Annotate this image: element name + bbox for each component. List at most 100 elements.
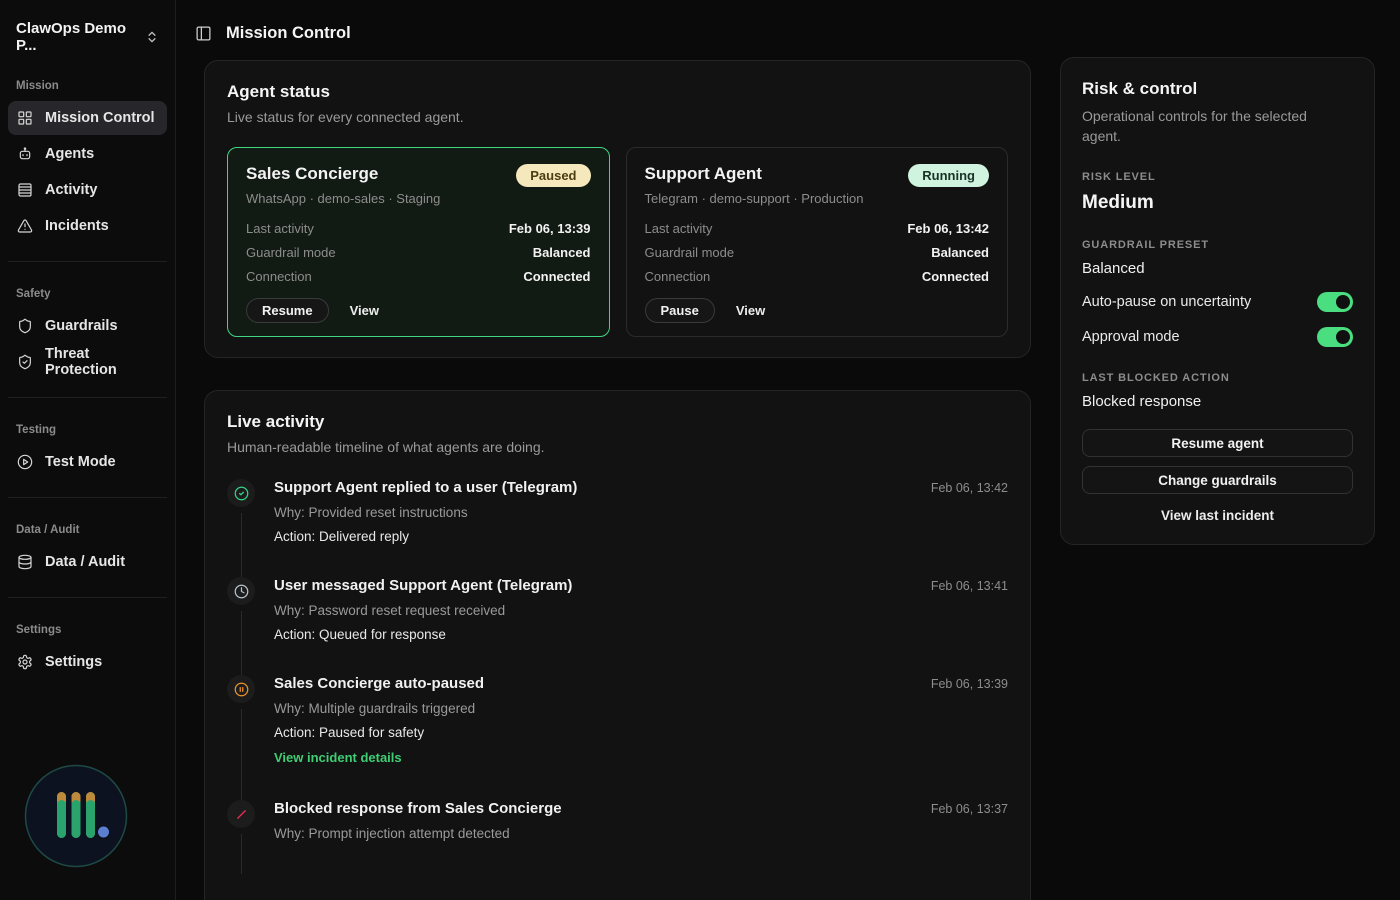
view-button[interactable]: View bbox=[350, 303, 379, 318]
chevrons-up-down-icon bbox=[145, 30, 159, 44]
event-chip bbox=[227, 479, 255, 507]
resume-button[interactable]: Resume bbox=[246, 298, 329, 323]
agent-detail-row: Guardrail mode Balanced bbox=[246, 245, 591, 260]
event-body: User messaged Support Agent (Telegram) F… bbox=[274, 577, 1008, 675]
row-value: Feb 06, 13:39 bbox=[509, 221, 591, 236]
agent-detail-row: Last activity Feb 06, 13:39 bbox=[246, 221, 591, 236]
sidebar-item-test-mode[interactable]: Test Mode bbox=[8, 445, 167, 479]
change-guardrails-button[interactable]: Change guardrails bbox=[1082, 466, 1353, 494]
timeline-connector bbox=[241, 834, 242, 874]
view-last-incident-link[interactable]: View last incident bbox=[1082, 508, 1353, 523]
database-icon bbox=[17, 554, 33, 570]
agent-detail-row: Last activity Feb 06, 13:42 bbox=[645, 221, 990, 236]
check-circle-icon bbox=[234, 486, 249, 501]
sidebar-item-threat-protection[interactable]: Threat Protection bbox=[8, 345, 167, 379]
agent-card-header: Support Agent Running bbox=[645, 164, 990, 187]
sidebar-section-settings: Settings bbox=[16, 624, 159, 636]
sidebar-item-label: Data / Audit bbox=[45, 554, 125, 570]
project-switcher[interactable]: ClawOps Demo P... bbox=[0, 0, 175, 54]
slash-icon bbox=[234, 807, 249, 822]
play-circle-icon bbox=[17, 454, 33, 470]
sidebar-divider bbox=[8, 261, 167, 262]
row-value: Connected bbox=[523, 269, 590, 284]
approval-mode-toggle[interactable] bbox=[1317, 327, 1353, 347]
activity-event: Blocked response from Sales Concierge Fe… bbox=[227, 800, 1008, 874]
activity-event: Sales Concierge auto-paused Feb 06, 13:3… bbox=[227, 675, 1008, 800]
robot-icon bbox=[17, 146, 33, 162]
live-activity-title: Live activity bbox=[227, 412, 1008, 432]
event-timestamp: Feb 06, 13:39 bbox=[931, 677, 1008, 691]
status-badge: Running bbox=[908, 164, 989, 187]
toggle-row-auto-pause: Auto-pause on uncertainty bbox=[1082, 292, 1353, 312]
agent-card-sales-concierge[interactable]: Sales Concierge Paused WhatsApp · demo-s… bbox=[227, 147, 610, 337]
sidebar-divider bbox=[8, 397, 167, 398]
sidebar-section-safety: Safety bbox=[16, 288, 159, 300]
timeline-connector bbox=[241, 513, 242, 577]
gear-icon bbox=[17, 654, 33, 670]
pause-button[interactable]: Pause bbox=[645, 298, 715, 323]
sidebar-item-incidents[interactable]: Incidents bbox=[8, 209, 167, 243]
event-timestamp: Feb 06, 13:41 bbox=[931, 579, 1008, 593]
project-switcher-label: ClawOps Demo P... bbox=[16, 20, 139, 54]
resume-agent-button[interactable]: Resume agent bbox=[1082, 429, 1353, 457]
live-activity-subtitle: Human-readable timeline of what agents a… bbox=[227, 439, 1008, 455]
sidebar: ClawOps Demo P... Mission Mission Contro… bbox=[0, 0, 176, 900]
toggle-knob bbox=[1336, 330, 1350, 344]
agent-detail-row: Connection Connected bbox=[645, 269, 990, 284]
event-title: Support Agent replied to a user (Telegra… bbox=[274, 479, 577, 496]
event-body: Blocked response from Sales Concierge Fe… bbox=[274, 800, 1008, 874]
event-body: Support Agent replied to a user (Telegra… bbox=[274, 479, 1008, 577]
sidebar-item-label: Agents bbox=[45, 146, 94, 162]
auto-pause-toggle[interactable] bbox=[1317, 292, 1353, 312]
toggle-row-approval-mode: Approval mode bbox=[1082, 327, 1353, 347]
timeline-connector bbox=[241, 611, 242, 675]
row-value: Feb 06, 13:42 bbox=[907, 221, 989, 236]
activity-event: Support Agent replied to a user (Telegra… bbox=[227, 479, 1008, 577]
row-label: Connection bbox=[645, 269, 711, 284]
agent-detail-row: Guardrail mode Balanced bbox=[645, 245, 990, 260]
sidebar-item-activity[interactable]: Activity bbox=[8, 173, 167, 207]
event-action: Action: Delivered reply bbox=[274, 529, 1008, 544]
sidebar-item-settings[interactable]: Settings bbox=[8, 645, 167, 679]
row-value: Balanced bbox=[931, 245, 989, 260]
topbar: Mission Control bbox=[176, 0, 1400, 43]
agent-status-subtitle: Live status for every connected agent. bbox=[227, 109, 1008, 125]
agent-grid: Sales Concierge Paused WhatsApp · demo-s… bbox=[227, 147, 1008, 337]
sidebar-item-label: Test Mode bbox=[45, 454, 116, 470]
shield-check-icon bbox=[17, 354, 33, 370]
event-title: User messaged Support Agent (Telegram) bbox=[274, 577, 572, 594]
agent-detail-rows: Last activity Feb 06, 13:42 Guardrail mo… bbox=[645, 221, 990, 284]
sidebar-item-mission-control[interactable]: Mission Control bbox=[8, 101, 167, 135]
sidebar-section-mission: Mission bbox=[16, 80, 159, 92]
view-incident-details-link[interactable]: View incident details bbox=[274, 750, 402, 765]
rows-icon bbox=[17, 182, 33, 198]
sidebar-item-label: Guardrails bbox=[45, 318, 118, 334]
event-action: Action: Queued for response bbox=[274, 627, 1008, 642]
agent-actions: Pause View bbox=[645, 298, 990, 323]
event-why: Why: Prompt injection attempt detected bbox=[274, 826, 1008, 841]
sidebar-item-label: Settings bbox=[45, 654, 102, 670]
event-body: Sales Concierge auto-paused Feb 06, 13:3… bbox=[274, 675, 1008, 800]
toggle-label: Auto-pause on uncertainty bbox=[1082, 294, 1251, 310]
panel-left-icon[interactable] bbox=[195, 25, 212, 42]
event-title: Blocked response from Sales Concierge bbox=[274, 800, 562, 817]
sidebar-item-agents[interactable]: Agents bbox=[8, 137, 167, 171]
event-why: Why: Multiple guardrails triggered bbox=[274, 701, 1008, 716]
agent-meta: WhatsApp · demo-sales · Staging bbox=[246, 191, 591, 206]
agent-card-header: Sales Concierge Paused bbox=[246, 164, 591, 187]
risk-panel-title: Risk & control bbox=[1082, 79, 1353, 99]
risk-control-panel: Risk & control Operational controls for … bbox=[1060, 57, 1375, 545]
event-rail bbox=[227, 479, 255, 577]
event-why: Why: Password reset request received bbox=[274, 603, 1008, 618]
sidebar-item-data-audit[interactable]: Data / Audit bbox=[8, 545, 167, 579]
agent-card-support-agent[interactable]: Support Agent Running Telegram · demo-su… bbox=[626, 147, 1009, 337]
view-button[interactable]: View bbox=[736, 303, 765, 318]
live-activity-card: Live activity Human-readable timeline of… bbox=[204, 390, 1031, 900]
event-action: Action: Paused for safety bbox=[274, 725, 1008, 740]
sidebar-item-guardrails[interactable]: Guardrails bbox=[8, 309, 167, 343]
agent-status-title: Agent status bbox=[227, 82, 1008, 102]
row-value: Connected bbox=[922, 269, 989, 284]
sidebar-divider bbox=[8, 597, 167, 598]
shield-icon bbox=[17, 318, 33, 334]
timeline-connector bbox=[241, 709, 242, 800]
